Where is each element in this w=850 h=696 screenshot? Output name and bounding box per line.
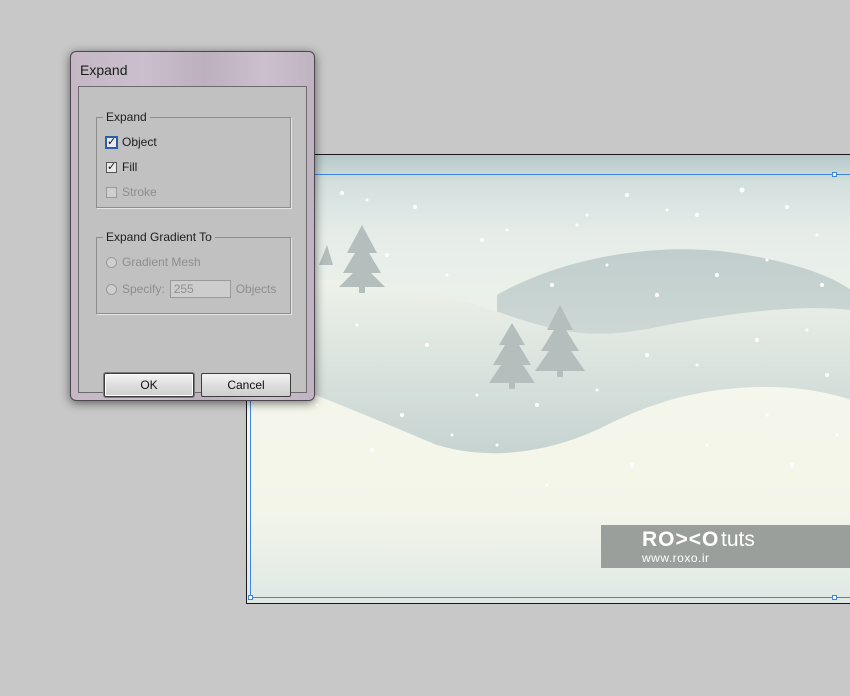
expand-group-legend: Expand — [106, 110, 147, 124]
stroke-label: Stroke — [122, 185, 157, 199]
cancel-button[interactable]: Cancel — [201, 373, 291, 397]
ok-button[interactable]: OK — [104, 373, 194, 397]
watermark-logo: RO><O — [642, 528, 720, 551]
dialog-title: Expand — [80, 62, 128, 78]
gradient-mesh-option: Gradient Mesh — [106, 255, 201, 269]
selection-handle-bottom-right[interactable] — [832, 595, 837, 600]
selection-handle-top-right[interactable] — [832, 172, 837, 177]
roxo-watermark: RO><O tuts www.roxo.ir — [601, 525, 850, 568]
fill-option[interactable]: ✓ Fill — [106, 160, 137, 174]
specify-option: Specify: 255 Objects — [106, 280, 276, 298]
fill-checkbox[interactable]: ✓ — [106, 161, 117, 173]
watermark-url: www.roxo.ir — [642, 551, 710, 565]
object-label: Object — [122, 135, 157, 149]
selection-bound-bottom — [250, 597, 850, 598]
selection-bound-top — [250, 174, 850, 175]
specify-objects-input: 255 — [169, 280, 231, 298]
object-checkbox[interactable]: ✓ — [105, 135, 118, 149]
specify-suffix: Objects — [235, 282, 277, 296]
watermark-tuts: tuts — [721, 528, 755, 551]
specify-radio — [106, 283, 117, 295]
fill-label: Fill — [122, 160, 138, 174]
object-option[interactable]: ✓ Object — [105, 135, 157, 149]
stroke-checkbox — [106, 186, 117, 198]
expand-gradient-group: Expand Gradient To — [96, 230, 291, 314]
selection-handle-bottom-left[interactable] — [248, 595, 253, 600]
specify-label: Specify: — [122, 282, 165, 296]
expand-dialog: Expand Expand ✓ Object ✓ Fill Stroke Exp… — [70, 51, 315, 401]
gradient-mesh-radio — [106, 256, 117, 268]
gradient-group-legend: Expand Gradient To — [106, 230, 212, 244]
stroke-option: Stroke — [106, 185, 157, 199]
gradient-mesh-label: Gradient Mesh — [122, 255, 201, 269]
dialog-body: Expand ✓ Object ✓ Fill Stroke Expand Gra… — [78, 86, 307, 397]
